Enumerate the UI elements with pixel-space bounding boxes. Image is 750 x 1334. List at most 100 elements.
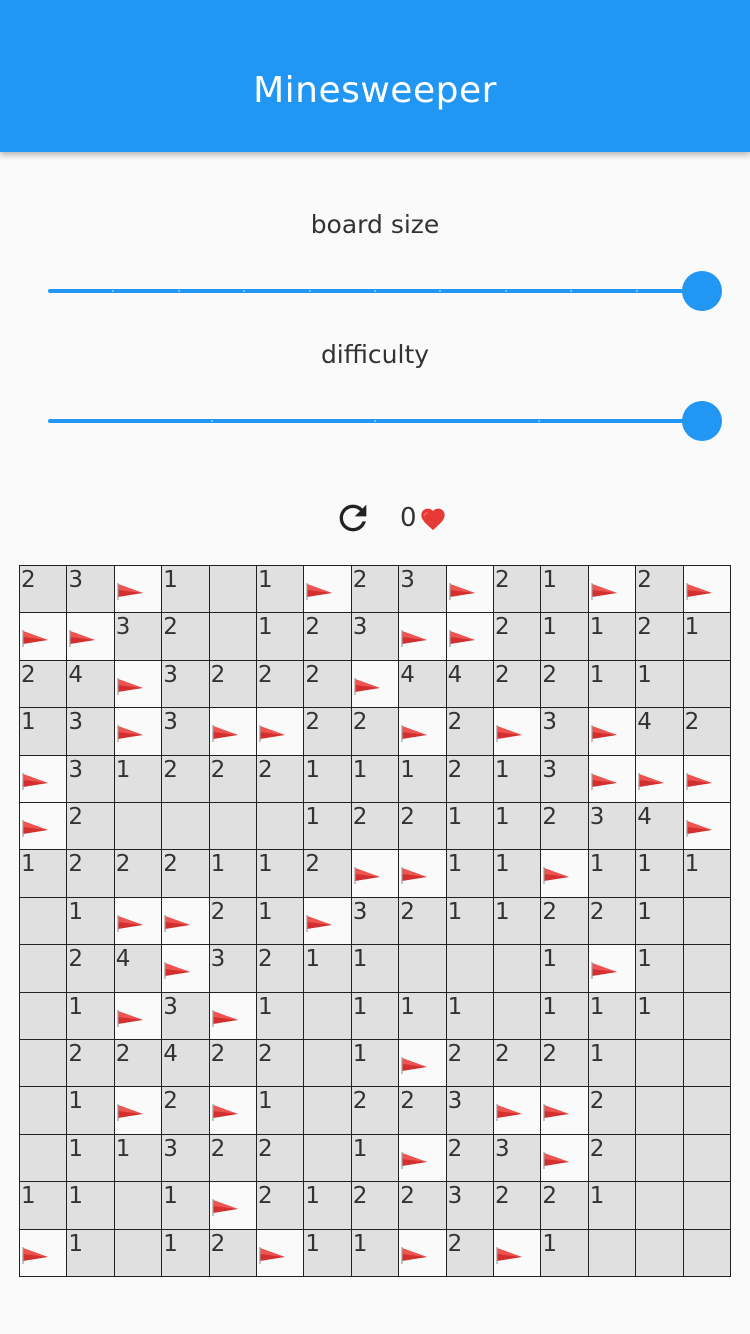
- board-cell[interactable]: 3: [162, 992, 210, 1040]
- board-cell[interactable]: 1: [446, 897, 494, 946]
- board-cell[interactable]: 2: [162, 755, 210, 803]
- board-cell[interactable]: [209, 803, 257, 851]
- board-cell-flagged[interactable]: [399, 708, 447, 756]
- board-cell[interactable]: 3: [209, 945, 257, 993]
- board-cell[interactable]: 1: [541, 992, 589, 1040]
- board-cell[interactable]: [636, 1182, 684, 1230]
- board-cell[interactable]: 1: [257, 897, 305, 946]
- board-cell[interactable]: [20, 945, 68, 993]
- board-cell-flagged[interactable]: [588, 708, 637, 756]
- board-cell[interactable]: 1: [588, 992, 637, 1040]
- board-cell[interactable]: [446, 945, 494, 993]
- board-cell[interactable]: 1: [67, 992, 115, 1040]
- board-cell[interactable]: 1: [304, 1182, 352, 1230]
- board-cell[interactable]: 2: [257, 1040, 305, 1088]
- board-cell[interactable]: 4: [636, 803, 684, 851]
- board-cell[interactable]: [683, 1040, 731, 1088]
- board-cell[interactable]: 3: [67, 566, 115, 614]
- board-cell[interactable]: 2: [351, 708, 400, 756]
- board-cell[interactable]: 1: [162, 1229, 210, 1277]
- board-cell[interactable]: 4: [399, 660, 447, 709]
- board-cell[interactable]: 2: [351, 803, 400, 851]
- board-cell[interactable]: 3: [67, 755, 115, 803]
- board-cell-flagged[interactable]: [67, 613, 115, 661]
- board-cell[interactable]: [636, 1040, 684, 1088]
- board-cell[interactable]: 3: [114, 613, 163, 661]
- board-cell[interactable]: 1: [162, 566, 210, 614]
- board-cell[interactable]: 2: [541, 660, 589, 709]
- board-cell[interactable]: 2: [446, 755, 494, 803]
- board-cell[interactable]: 1: [20, 1182, 68, 1230]
- board-cell[interactable]: 2: [162, 1087, 210, 1135]
- board-cell[interactable]: [494, 945, 542, 993]
- board-cell[interactable]: 1: [636, 992, 684, 1040]
- board-cell[interactable]: 4: [636, 708, 684, 756]
- board-cell[interactable]: 1: [304, 755, 352, 803]
- board-cell-flagged[interactable]: [588, 566, 637, 614]
- board-cell[interactable]: 1: [541, 566, 589, 614]
- board-cell[interactable]: 1: [209, 850, 257, 898]
- board-cell[interactable]: [304, 1087, 352, 1135]
- board-cell[interactable]: 2: [67, 1040, 115, 1088]
- board-cell[interactable]: 2: [209, 1229, 257, 1277]
- board-cell[interactable]: [683, 1182, 731, 1230]
- board-cell[interactable]: 2: [257, 945, 305, 993]
- board-cell[interactable]: 1: [636, 660, 684, 709]
- board-cell-flagged[interactable]: [20, 613, 68, 661]
- board-cell[interactable]: 2: [683, 708, 731, 756]
- board-cell[interactable]: 2: [541, 1182, 589, 1230]
- reset-button[interactable]: [333, 498, 373, 538]
- board-cell[interactable]: 2: [257, 755, 305, 803]
- board-cell-flagged[interactable]: [114, 1087, 163, 1135]
- board-cell[interactable]: [209, 566, 257, 614]
- board-cell[interactable]: 2: [20, 566, 68, 614]
- slider-thumb[interactable]: [682, 401, 722, 441]
- board-cell[interactable]: 3: [541, 708, 589, 756]
- board-cell[interactable]: 1: [351, 1229, 400, 1277]
- board-cell-flagged[interactable]: [257, 708, 305, 756]
- board-cell-flagged[interactable]: [114, 992, 163, 1040]
- board-cell-flagged[interactable]: [209, 708, 257, 756]
- board-cell[interactable]: 2: [351, 1087, 400, 1135]
- board-cell-flagged[interactable]: [399, 1040, 447, 1088]
- board-cell-flagged[interactable]: [209, 992, 257, 1040]
- board-cell-flagged[interactable]: [399, 613, 447, 661]
- board-cell-flagged[interactable]: [351, 850, 400, 898]
- board-cell[interactable]: 2: [636, 613, 684, 661]
- board-cell[interactable]: 2: [257, 1182, 305, 1230]
- board-cell[interactable]: 3: [494, 1134, 542, 1183]
- board-cell[interactable]: 2: [209, 897, 257, 946]
- board-cell[interactable]: 2: [257, 1134, 305, 1183]
- board-cell[interactable]: 3: [446, 1182, 494, 1230]
- board-cell[interactable]: [114, 803, 163, 851]
- board-cell[interactable]: 1: [446, 992, 494, 1040]
- board-cell[interactable]: 1: [446, 850, 494, 898]
- board-cell[interactable]: 2: [351, 566, 400, 614]
- board-cell[interactable]: 2: [541, 803, 589, 851]
- board-cell[interactable]: 1: [683, 613, 731, 661]
- board-cell[interactable]: 1: [67, 897, 115, 946]
- board-cell[interactable]: 2: [494, 566, 542, 614]
- board-cell-flagged[interactable]: [541, 1134, 589, 1183]
- board-cell[interactable]: [683, 897, 731, 946]
- board-cell[interactable]: 1: [67, 1134, 115, 1183]
- board-cell[interactable]: 3: [446, 1087, 494, 1135]
- board-cell[interactable]: 1: [683, 850, 731, 898]
- board-cell-flagged[interactable]: [683, 755, 731, 803]
- board-cell[interactable]: [588, 1229, 637, 1277]
- board-cell[interactable]: [20, 897, 68, 946]
- board-cell-flagged[interactable]: [162, 897, 210, 946]
- board-cell[interactable]: 1: [446, 803, 494, 851]
- board-cell-flagged[interactable]: [351, 660, 400, 709]
- board-cell[interactable]: 3: [351, 897, 400, 946]
- board-cell[interactable]: [114, 1229, 163, 1277]
- board-cell[interactable]: [20, 1087, 68, 1135]
- board-cell[interactable]: 2: [67, 850, 115, 898]
- board-cell[interactable]: 2: [446, 1229, 494, 1277]
- board-cell[interactable]: 3: [162, 708, 210, 756]
- board-cell[interactable]: 2: [399, 897, 447, 946]
- board-cell[interactable]: 2: [162, 850, 210, 898]
- board-cell[interactable]: 2: [304, 850, 352, 898]
- slider-thumb[interactable]: [682, 271, 722, 311]
- board-cell-flagged[interactable]: [446, 613, 494, 661]
